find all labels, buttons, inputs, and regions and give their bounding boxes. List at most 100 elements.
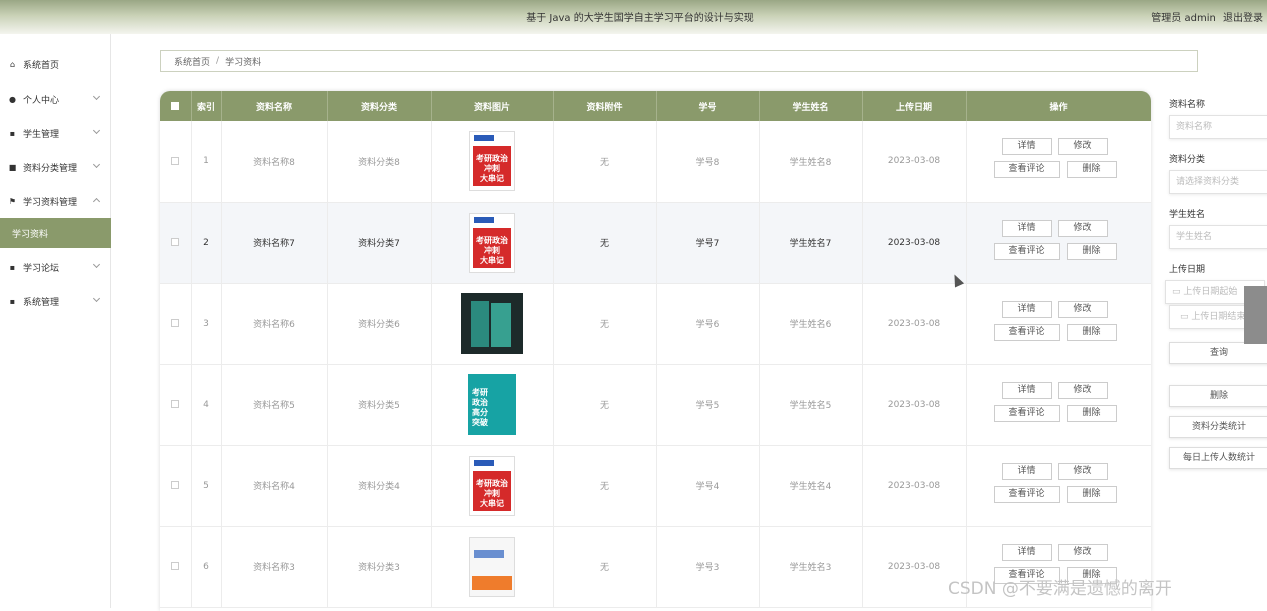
cell-student-id: 学号7 (656, 202, 760, 284)
edit-button[interactable]: 修改 (1057, 300, 1108, 318)
cell-student-name: 学生姓名7 (759, 202, 863, 284)
book-cover-text: 考研政治 冲刺 大串记 (476, 478, 508, 508)
book-cover-text: 考研 政治 高分 突破 (472, 388, 488, 427)
detail-button[interactable]: 详情 (1001, 462, 1052, 480)
sidebar-item-label: 个人中心 (23, 95, 60, 106)
sidebar-item-label: 学生管理 (23, 129, 60, 140)
sidebar: ⌂ 系统首页 ● 个人中心 ▪ 学生管理 ■ 资料分类管理 ⚑ 学习资料管理 学… (0, 34, 111, 608)
cell-attachment: 无 (553, 445, 657, 527)
cell-image (431, 526, 554, 608)
sidebar-item-label: 学习资料 (12, 229, 49, 240)
delete-button[interactable]: 删除 (1066, 161, 1117, 178)
row-checkbox[interactable] (160, 445, 192, 527)
detail-button[interactable]: 详情 (1001, 381, 1052, 399)
calendar-icon: ▭ (1180, 312, 1189, 322)
detail-button[interactable]: 详情 (1001, 219, 1052, 237)
sidebar-item-material-manage[interactable]: ⚑ 学习资料管理 (0, 186, 111, 216)
sidebar-item-materials[interactable]: 学习资料 (0, 218, 111, 248)
edit-button[interactable]: 修改 (1057, 462, 1108, 480)
cell-student-id: 学号5 (656, 364, 760, 446)
cell-date: 2023-03-08 (862, 121, 967, 203)
column-header: 操作 (966, 91, 1151, 121)
table-row: 2 资料名称7 资料分类7 考研政治 冲刺 大串记无学号7 学生姓名7 2023-03-08 详… (160, 202, 1151, 284)
category-label: 资料分类 (1169, 155, 1206, 165)
home-icon: ⌂ (9, 59, 16, 69)
table-row: 4 资料名称5 资料分类5 考研 政治 高分 突破无学号5 学生姓名5 2023-03-08 详情… (160, 364, 1151, 446)
cell-category: 资料分类8 (327, 121, 432, 203)
sidebar-item-category[interactable]: ■ 资料分类管理 (0, 152, 111, 182)
cell-student-name: 学生姓名5 (759, 364, 863, 446)
cell-index: 4 (191, 364, 222, 446)
view-reviews-button[interactable]: 查看评论 (993, 485, 1060, 503)
user-label: 管理员 admin (1151, 13, 1216, 24)
delete-button[interactable]: 删除 (1066, 404, 1117, 422)
row-checkbox[interactable] (160, 283, 192, 365)
cell-attachment: 无 (553, 202, 657, 284)
sidebar-item-label: 学习资料管理 (23, 197, 78, 208)
side-scroll-tab[interactable] (1244, 286, 1267, 344)
select-all-checkbox[interactable] (160, 91, 192, 121)
cell-category: 资料分类3 (327, 526, 432, 608)
chevron-down-icon (92, 92, 101, 101)
table-row: 1 资料名称8 资料分类8 考研政治 冲刺 大串记无学号8 学生姓名8 2023-03-08 详… (160, 121, 1151, 203)
row-checkbox[interactable] (160, 202, 192, 284)
breadcrumb-home[interactable]: 系统首页 (174, 55, 210, 68)
edit-button[interactable]: 修改 (1057, 219, 1108, 237)
cell-image (431, 283, 554, 365)
cell-name: 资料名称7 (221, 202, 328, 284)
category-placeholder: 请选择资料分类 (1176, 177, 1240, 187)
view-reviews-button[interactable]: 查看评论 (993, 161, 1060, 178)
chevron-down-icon (92, 160, 101, 169)
detail-button[interactable]: 详情 (1001, 300, 1052, 318)
edit-button[interactable]: 修改 (1057, 138, 1108, 155)
cell-name: 资料名称8 (221, 121, 328, 203)
column-header: 学生姓名 (759, 91, 863, 121)
user-area: 管理员 admin 退出登录 (1147, 9, 1263, 24)
cell-attachment: 无 (553, 526, 657, 608)
grid-icon: ▪ (9, 296, 16, 306)
daily-upload-stats-button[interactable]: 每日上传人数统计 (1169, 447, 1267, 469)
row-checkbox[interactable] (160, 121, 192, 203)
edit-button[interactable]: 修改 (1057, 381, 1108, 399)
breadcrumb: 系统首页 / 学习资料 (160, 50, 1198, 72)
cell-image: 考研政治 冲刺 大串记 (431, 202, 554, 284)
cell-student-id: 学号3 (656, 526, 760, 608)
sidebar-item-system[interactable]: ▪ 系统管理 (0, 286, 111, 316)
row-checkbox[interactable] (160, 526, 192, 608)
view-reviews-button[interactable]: 查看评论 (993, 323, 1060, 341)
logout-link[interactable]: 退出登录 (1223, 13, 1263, 24)
query-button[interactable]: 查询 (1169, 342, 1267, 364)
cell-category: 资料分类4 (327, 445, 432, 527)
book-cover-image: 考研政治 冲刺 大串记 (469, 455, 515, 516)
row-checkbox[interactable] (160, 364, 192, 446)
category-stats-button[interactable]: 资料分类统计 (1169, 416, 1267, 438)
delete-button[interactable]: 删除 (1066, 485, 1117, 503)
batch-delete-button[interactable]: 删除 (1169, 385, 1267, 407)
view-reviews-button[interactable]: 查看评论 (993, 242, 1060, 260)
column-header: 资料图片 (431, 91, 554, 121)
view-reviews-button[interactable]: 查看评论 (993, 404, 1060, 422)
edit-button[interactable]: 修改 (1057, 543, 1108, 561)
delete-button[interactable]: 删除 (1066, 242, 1117, 260)
category-select[interactable]: 请选择资料分类 (1169, 170, 1267, 194)
sidebar-item-label: 资料分类管理 (23, 163, 78, 174)
grid-icon: ▪ (9, 128, 16, 138)
delete-button[interactable]: 删除 (1066, 323, 1117, 341)
sidebar-item-label: 系统首页 (23, 60, 60, 71)
column-header: 资料附件 (553, 91, 657, 121)
column-header: 资料分类 (327, 91, 432, 121)
cell-actions: 详情 修改查看评论 删除 (966, 202, 1151, 284)
sidebar-item-students[interactable]: ▪ 学生管理 (0, 118, 111, 148)
sidebar-item-home[interactable]: ⌂ 系统首页 (0, 49, 111, 79)
book-cover-text: 考研政治 冲刺 大串记 (476, 154, 508, 184)
person-icon: ● (9, 94, 16, 104)
student-search-input[interactable]: 学生姓名 (1169, 225, 1267, 249)
column-header: 资料名称 (221, 91, 328, 121)
sidebar-item-forum[interactable]: ▪ 学习论坛 (0, 252, 111, 282)
cell-image: 考研政治 冲刺 大串记 (431, 121, 554, 203)
detail-button[interactable]: 详情 (1001, 543, 1052, 561)
name-search-input[interactable]: 资料名称 (1169, 115, 1267, 139)
detail-button[interactable]: 详情 (1001, 138, 1052, 155)
cell-attachment: 无 (553, 364, 657, 446)
sidebar-item-profile[interactable]: ● 个人中心 (0, 84, 111, 114)
